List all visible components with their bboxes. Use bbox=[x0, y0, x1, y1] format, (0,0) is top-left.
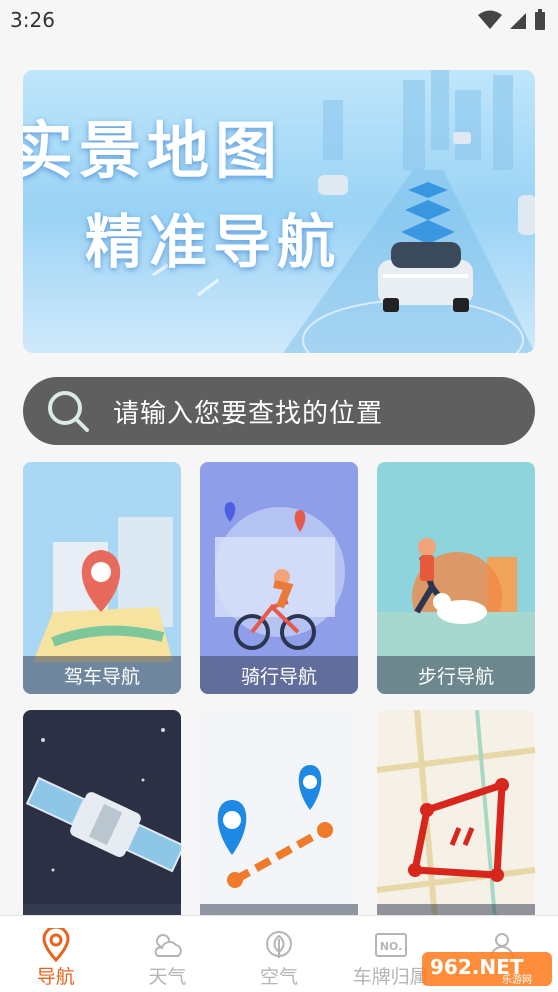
nav-tab-navigation[interactable]: 导航 bbox=[0, 916, 112, 992]
status-bar: 3:26 bbox=[0, 0, 558, 40]
hero-banner[interactable]: 实景地图 精准导航 bbox=[23, 70, 535, 353]
nav-tab-air[interactable]: 空气 bbox=[223, 916, 335, 992]
search-placeholder: 请输入您要查找的位置 bbox=[113, 398, 384, 429]
location-pin-icon bbox=[42, 928, 70, 962]
status-time: 3:26 bbox=[10, 8, 55, 32]
card-label: 步行导航 bbox=[377, 656, 535, 694]
status-icons bbox=[478, 9, 546, 31]
card-satellite-map[interactable] bbox=[23, 710, 181, 942]
nav-label: 导航 bbox=[36, 966, 75, 988]
wifi-icon bbox=[478, 10, 502, 29]
search-bar[interactable]: 请输入您要查找的位置 bbox=[23, 377, 535, 445]
car-illustration bbox=[378, 242, 473, 312]
card-cycling-navigation[interactable]: 骑行导航 bbox=[200, 462, 358, 694]
battery-icon bbox=[535, 9, 545, 30]
svg-text:乐游网: 乐游网 bbox=[502, 973, 532, 986]
nav-label: 车牌归属 bbox=[352, 966, 429, 988]
card-label: 驾车导航 bbox=[23, 656, 181, 694]
banner-title-line2: 精准导航 bbox=[85, 208, 342, 276]
card-driving-navigation[interactable]: 驾车导航 bbox=[23, 462, 181, 694]
nav-label: 天气 bbox=[148, 966, 187, 988]
svg-text:NO.: NO. bbox=[379, 940, 402, 953]
license-plate-icon: NO. bbox=[374, 933, 407, 957]
weather-icon bbox=[154, 934, 183, 957]
bottom-navigation: 导航 天气 空气 NO. 车牌归属 962.NET 乐游网 bbox=[0, 915, 558, 992]
search-icon bbox=[48, 391, 89, 432]
card-label: 骑行导航 bbox=[200, 656, 358, 694]
nav-tab-weather[interactable]: 天气 bbox=[112, 916, 224, 992]
signal-icon bbox=[510, 13, 526, 29]
banner-title-line1: 实景地图 bbox=[23, 114, 284, 187]
nav-label: 空气 bbox=[259, 966, 298, 988]
card-walking-navigation[interactable]: 步行导航 bbox=[377, 462, 535, 694]
leaf-icon bbox=[265, 931, 292, 958]
site-watermark-logo: 962.NET 乐游网 bbox=[422, 952, 552, 986]
card-area-measure[interactable] bbox=[377, 710, 535, 942]
card-distance-measure[interactable] bbox=[200, 710, 358, 942]
